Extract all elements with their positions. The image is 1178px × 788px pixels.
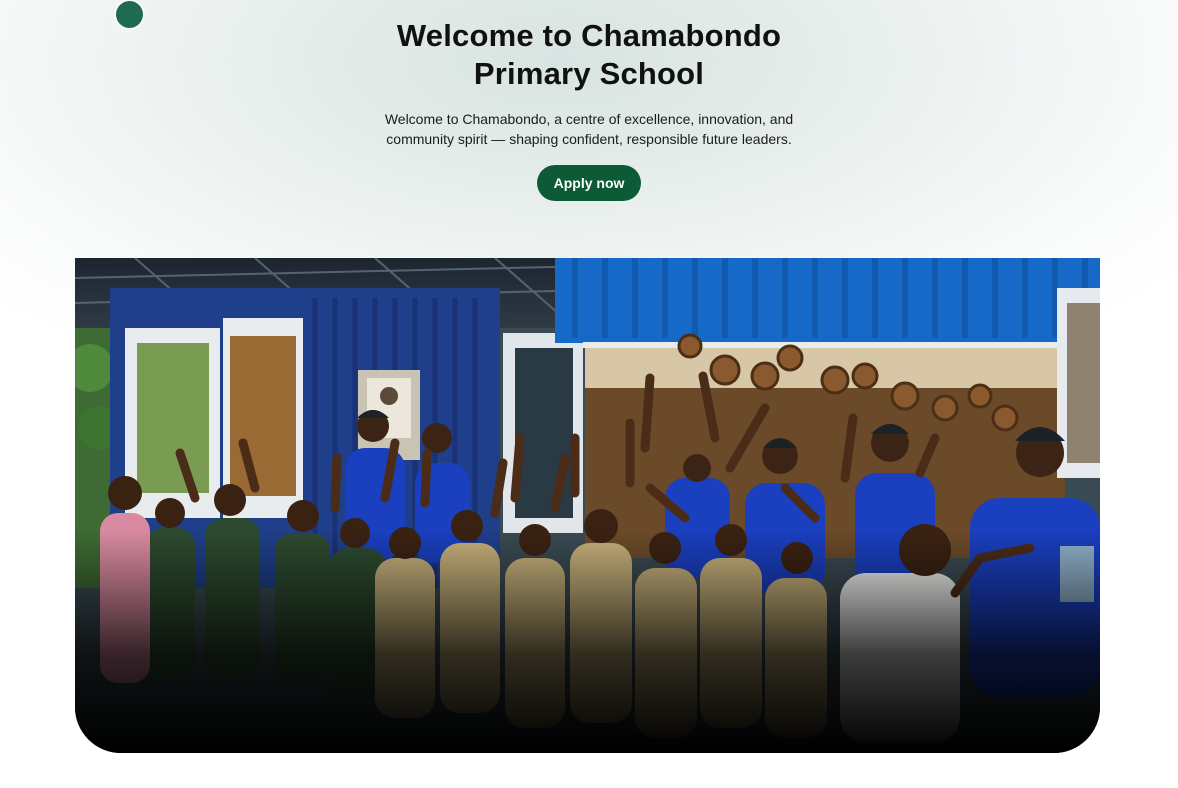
apply-now-button[interactable]: Apply now [537, 165, 641, 201]
hero-photo-illustration [75, 258, 1100, 753]
hero-subtitle: Welcome to Chamabondo, a centre of excel… [384, 111, 794, 147]
hero-section: Welcome to Chamabondo Primary School Wel… [0, 0, 1178, 201]
hero-photo [75, 258, 1100, 753]
page-title: Welcome to Chamabondo Primary School [396, 18, 782, 91]
